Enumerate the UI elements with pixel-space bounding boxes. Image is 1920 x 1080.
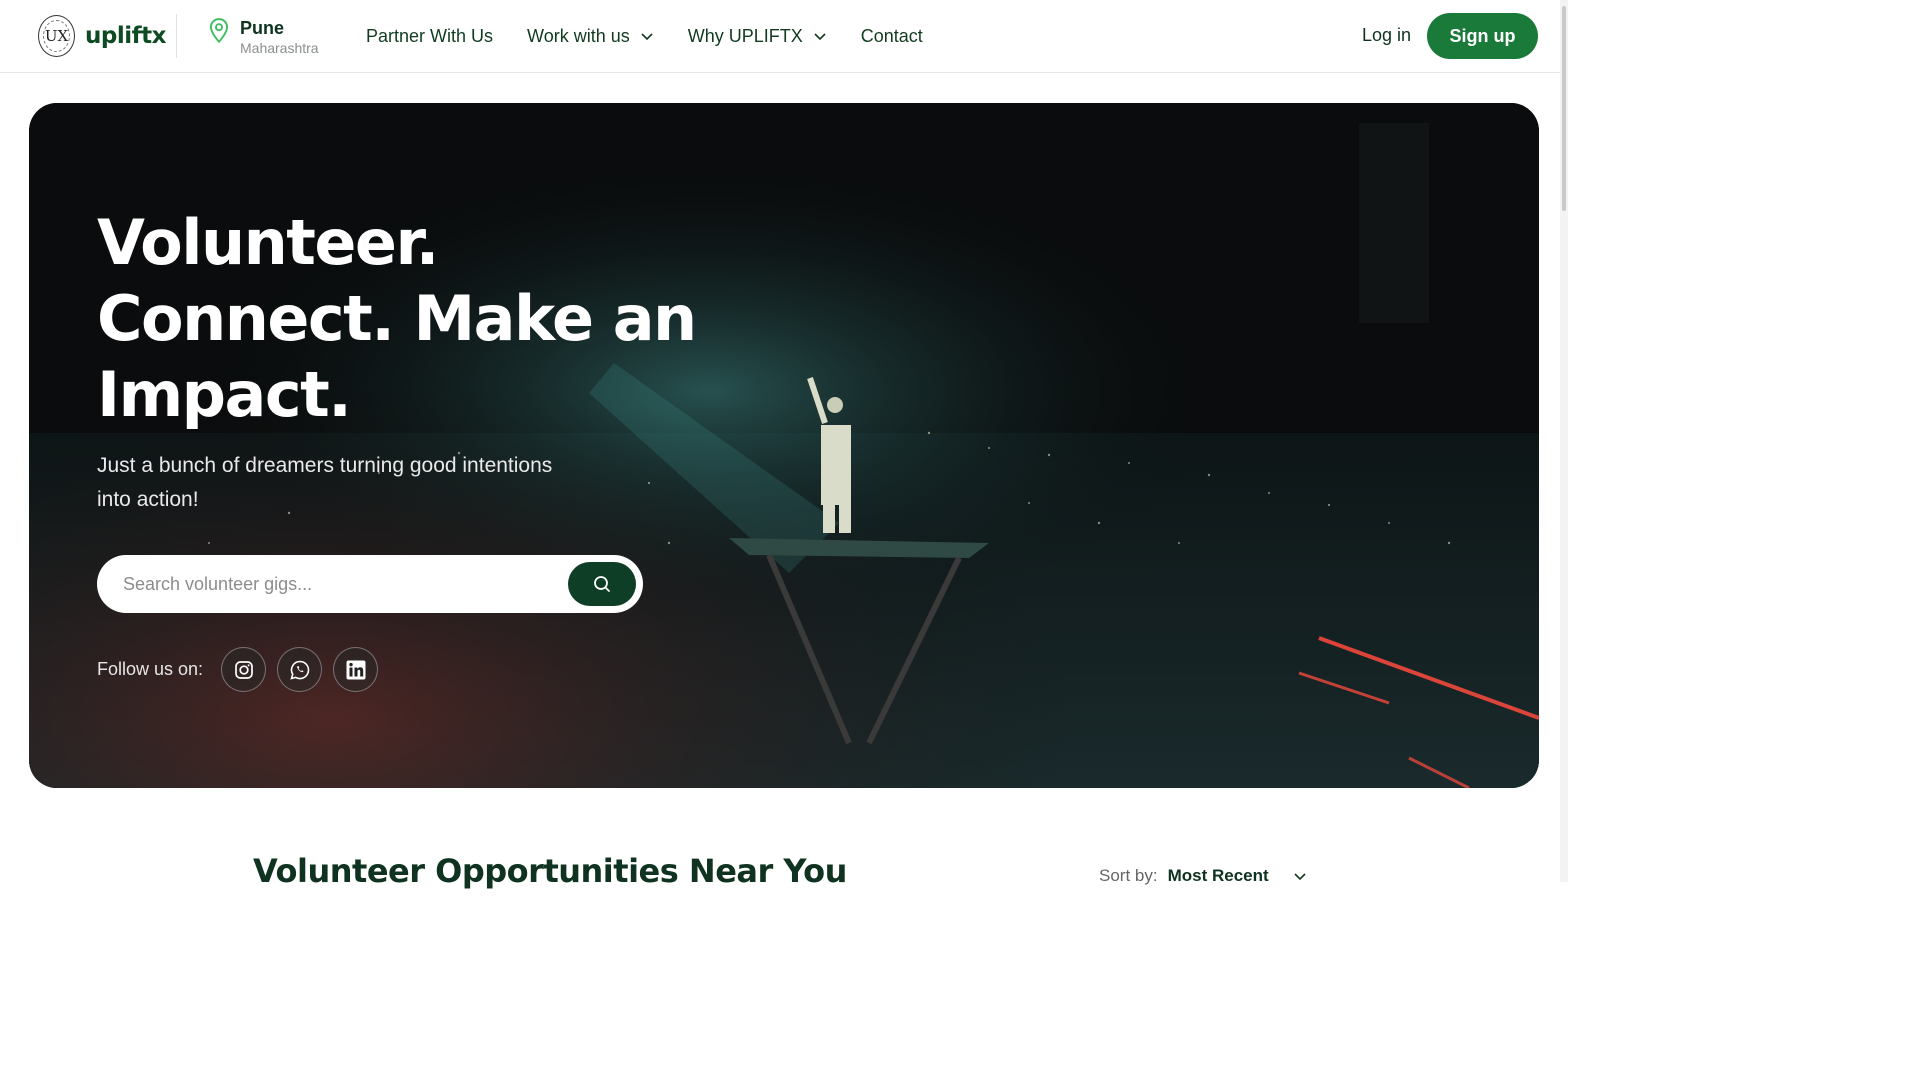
hero-banner: Volunteer. Connect. Make an Impact. Just…	[29, 103, 1539, 788]
search-input[interactable]	[123, 573, 543, 595]
nav-contact[interactable]: Contact	[861, 24, 923, 48]
nav-partner-with-us[interactable]: Partner With Us	[366, 24, 493, 48]
linkedin-link[interactable]	[333, 647, 379, 692]
chevron-down-icon	[641, 33, 653, 41]
brand-logo[interactable]: UX upliftx	[38, 14, 166, 58]
search-bar	[97, 555, 643, 613]
hero-heading: Volunteer. Connect. Make an Impact.	[97, 206, 697, 431]
sort-value: Most Recent	[1167, 866, 1269, 885]
search-button[interactable]	[568, 562, 636, 606]
chevron-down-icon	[1294, 873, 1306, 881]
search-icon	[594, 576, 610, 592]
logo-badge-icon: UX	[38, 15, 76, 57]
chevron-down-icon	[814, 33, 826, 41]
nav-why-upliftx[interactable]: Why UPLIFTX	[688, 24, 827, 48]
sort-label: Sort by:	[1099, 866, 1158, 885]
brand-name: upliftx	[85, 23, 166, 49]
nav-work-with-us[interactable]: Work with us	[527, 24, 654, 48]
hero-subtitle: Just a bunch of dreamers turning good in…	[97, 454, 553, 511]
signup-button[interactable]: Sign up	[1427, 13, 1538, 59]
social-follow: Follow us on:	[97, 647, 389, 692]
whatsapp-icon	[289, 660, 309, 680]
map-pin-icon	[209, 18, 229, 44]
top-navigation-bar: UX upliftx Pune Maharashtra Partner With…	[0, 0, 1568, 73]
whatsapp-link[interactable]	[277, 647, 323, 692]
main-nav: Partner With Us Work with us Why UPLIFTX…	[366, 24, 957, 48]
location-state: Maharashtra	[240, 40, 319, 56]
follow-label: Follow us on:	[97, 659, 204, 679]
header-divider	[176, 14, 177, 58]
instagram-icon	[234, 660, 253, 679]
login-link[interactable]: Log in	[1362, 25, 1411, 46]
opportunities-heading: Volunteer Opportunities Near You	[253, 852, 847, 890]
linkedin-icon	[346, 660, 366, 679]
sort-dropdown[interactable]: Sort by: Most Recent	[1099, 866, 1307, 886]
instagram-link[interactable]	[221, 647, 267, 692]
location-selector[interactable]: Pune Maharashtra	[206, 17, 319, 57]
page-scrollbar-thumb[interactable]	[1562, 6, 1566, 211]
location-city: Pune	[240, 18, 285, 38]
